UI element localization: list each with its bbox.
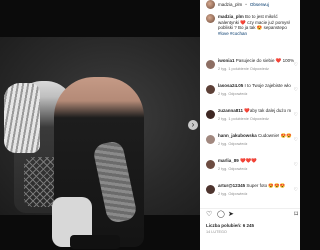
caption-line-2: walentynki ❤️ czy macie już pomysł	[218, 19, 290, 25]
avatar[interactable]	[206, 0, 215, 9]
comment-username[interactable]: artur@12345	[218, 183, 245, 188]
heart-icon[interactable]: ♡	[206, 211, 212, 219]
comment-text: I to Twoje zajebiste wło	[244, 83, 291, 88]
comment-avatar[interactable]	[206, 110, 215, 119]
post-photo[interactable]	[0, 37, 200, 249]
caption-username[interactable]: madzia_plm	[218, 14, 244, 19]
caption-avatar[interactable]	[206, 14, 215, 23]
caption-hashtags[interactable]: #love #cochan	[218, 31, 247, 36]
comment-username[interactable]: zuzanna811	[218, 108, 243, 113]
list-item: zuzanna811 ❤️aby tak dalej dużo m 2 tyg.…	[206, 108, 298, 133]
comment-avatar[interactable]	[206, 60, 215, 69]
share-icon[interactable]: ➤	[228, 211, 234, 219]
list-item: marlia_89 ❤️❤️❤️ 2 tyg. Odpowiedz ♡	[206, 158, 298, 183]
comment-text: ❤️❤️❤️	[240, 158, 257, 163]
comment-meta: 2 tyg. 1 polubienie Odpowiedz	[218, 116, 269, 121]
comment-like-icon[interactable]: ♡	[294, 62, 298, 68]
next-photo-button[interactable]: ›	[188, 120, 198, 130]
list-item: iwonia1 Pasujecie do siebie ❤️ 100% 2 ty…	[206, 58, 298, 83]
comment-username[interactable]: iwonia1	[218, 58, 235, 63]
post-media: ›	[0, 0, 200, 250]
bookmark-icon[interactable]: ⌑	[294, 211, 298, 219]
divider	[200, 208, 300, 209]
comment-username[interactable]: lasosa24.05	[218, 83, 243, 88]
likes-count[interactable]: Liczba polubień: 6 245	[206, 223, 254, 228]
comment-like-icon[interactable]: ♡	[294, 187, 298, 193]
comment-meta: 2 tyg. Odpowiedz	[218, 191, 248, 196]
list-item: lasosa24.05 I to Twoje zajebiste wło 2 t…	[206, 83, 298, 108]
post-panel: madzia_plm • Obserwuj madzia_plm Bo to j…	[200, 0, 300, 250]
caption-line-3: pobliski ? Bo ja tak 😍 sepanstepo	[218, 25, 287, 31]
comment-text: Pasujecie do siebie ❤️ 100%	[235, 58, 295, 63]
post-username[interactable]: madzia_plm	[218, 2, 242, 7]
comment-text: Super foto 😍😍😍	[246, 183, 286, 188]
comment-avatar[interactable]	[206, 85, 215, 94]
photo-hair	[4, 83, 40, 153]
comment-text: ❤️aby tak dalej dużo m	[244, 108, 292, 113]
post-header: madzia_plm • Obserwuj	[200, 0, 300, 9]
list-item: artur@12345 Super foto 😍😍😍 2 tyg. Odpowi…	[206, 183, 298, 208]
photo-boots	[70, 235, 120, 249]
comment-username[interactable]: hann_jakubowska	[218, 133, 257, 138]
comment-icon[interactable]: ◯	[217, 211, 225, 219]
follow-button[interactable]: Obserwuj	[250, 2, 269, 7]
caption-text: Bo to jest miłość	[245, 14, 278, 19]
comment-text: Cudownie! 😍😍	[258, 133, 292, 138]
comment-like-icon[interactable]: ♡	[294, 162, 298, 168]
comment-like-icon[interactable]: ♡	[294, 87, 298, 93]
comment-like-icon[interactable]: ♡	[294, 112, 298, 118]
post-date: 14 LUTEGO	[206, 230, 227, 234]
post-actions: ♡ ◯ ➤ ⌑	[206, 211, 298, 219]
comment-list: iwonia1 Pasujecie do siebie ❤️ 100% 2 ty…	[206, 58, 298, 208]
comment-avatar[interactable]	[206, 135, 215, 144]
comment-meta: 2 tyg. Odpowiedz	[218, 141, 248, 146]
comment-like-icon[interactable]: ♡	[294, 137, 298, 143]
comment-avatar[interactable]	[206, 185, 215, 194]
comment-meta: 2 tyg. 1 polubienie Odpowiedz	[218, 66, 269, 71]
comment-meta: 2 tyg. Odpowiedz	[218, 91, 248, 96]
comment-avatar[interactable]	[206, 160, 215, 169]
comment-meta: 2 tyg. Odpowiedz	[218, 166, 248, 171]
chevron-right-icon: ›	[191, 120, 195, 129]
post-caption: madzia_plm Bo to jest miłość walentynki …	[206, 14, 298, 36]
comment-username[interactable]: marlia_89	[218, 158, 239, 163]
list-item: hann_jakubowska Cudownie! 😍😍 2 tyg. Odpo…	[206, 133, 298, 158]
